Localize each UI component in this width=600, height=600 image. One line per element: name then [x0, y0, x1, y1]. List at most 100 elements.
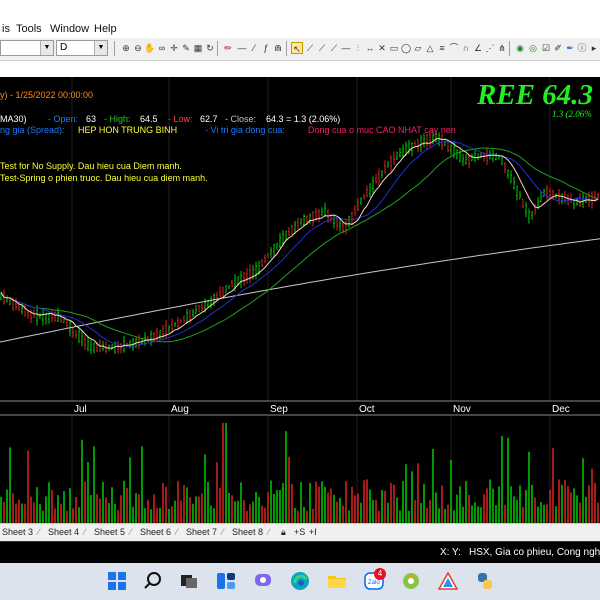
tab-sheet-6[interactable]: Sheet 6: [140, 527, 171, 537]
blue-pen-icon[interactable]: ✒: [564, 42, 576, 54]
status-bar: X: Y: HSX, Gia co phieu, Cong nghie: [0, 541, 600, 564]
symbol-combo[interactable]: ▼: [0, 40, 54, 56]
widgets-icon[interactable]: [216, 571, 236, 591]
app-icon[interactable]: [401, 571, 421, 591]
lock-icon[interactable]: 🔒︎: [281, 527, 286, 538]
top-margin: [0, 0, 600, 20]
arc-icon[interactable]: ⌒: [448, 42, 460, 54]
zoom-in-icon[interactable]: ⊕: [120, 42, 132, 54]
position-label: - Vi tri gia dong cua:: [205, 125, 285, 135]
task-view-icon[interactable]: [179, 571, 199, 591]
chat-icon[interactable]: [253, 571, 273, 591]
zoom-out-icon[interactable]: ⊖: [132, 42, 144, 54]
file-explorer-icon[interactable]: [327, 571, 347, 591]
tab-sheet-7[interactable]: Sheet 7: [186, 527, 217, 537]
pointer-icon[interactable]: ↖: [291, 42, 303, 54]
tab-separator: ⁄: [84, 527, 86, 537]
close-value: 64.3 = 1.3 (2.06%): [266, 114, 341, 124]
triangle-icon[interactable]: △: [424, 42, 436, 54]
open-label: - Open:: [48, 114, 79, 124]
brush-icon[interactable]: ƒ: [260, 42, 272, 54]
menu-help[interactable]: Help: [94, 23, 117, 35]
info-icon[interactable]: ⓘ: [576, 42, 588, 54]
rectangle-icon[interactable]: ▭: [388, 42, 400, 54]
horizontal-line-icon[interactable]: ―: [340, 42, 352, 54]
trendline-icon[interactable]: ⟋: [304, 42, 316, 54]
position-value: Dong cua o muc CAO NHAT cay nen: [308, 125, 456, 135]
extended-line-icon[interactable]: ⟋: [328, 42, 340, 54]
grid-icon[interactable]: ▦: [192, 42, 204, 54]
ma-long-line: [0, 238, 600, 343]
ellipse-icon[interactable]: ◯: [400, 42, 412, 54]
menu-analysis[interactable]: is: [2, 23, 10, 35]
vertical-gridlines: [71, 77, 551, 523]
menu-tools[interactable]: Tools: [16, 23, 42, 35]
hand-icon[interactable]: ✋: [144, 42, 156, 54]
fan-icon[interactable]: ⋰: [484, 42, 496, 54]
refresh-icon[interactable]: ↻: [204, 42, 216, 54]
menu-window[interactable]: Window: [50, 23, 89, 35]
toolbar: ▼ D ▼ ⊕ ⊖ ✋ ∞ ✛ ✎ ▦ ↻ ✏ ― ⁄ ƒ ⋒ ↖ ⟋ ⟋ ⟋ ―…: [0, 38, 600, 61]
chart-svg[interactable]: Jul Aug Sep Oct Nov Dec: [0, 77, 600, 523]
add-sheet-button[interactable]: +S: [294, 527, 305, 537]
pitchfork-icon[interactable]: ⋔: [496, 42, 508, 54]
notification-badge: 4: [374, 568, 386, 580]
toolbar-separator: [114, 41, 115, 56]
vertical-line-icon[interactable]: ⫶: [352, 42, 364, 54]
svg-text:Zalo: Zalo: [368, 580, 380, 586]
month-label: Aug: [171, 404, 189, 415]
month-label: Sep: [270, 404, 288, 415]
binoculars-icon[interactable]: ∞: [156, 42, 168, 54]
tab-sheet-3[interactable]: Sheet 3: [2, 527, 33, 537]
tab-sheet-4[interactable]: Sheet 4: [48, 527, 79, 537]
play-icon[interactable]: ◎: [527, 42, 539, 54]
high-label: - High:: [104, 114, 131, 124]
tab-separator: ⁄: [268, 527, 270, 537]
period-combo[interactable]: D ▼: [56, 40, 108, 56]
indicator-label: MA30): [0, 114, 27, 124]
crosshair-icon[interactable]: ✛: [168, 42, 180, 54]
ray-icon[interactable]: ⟋: [316, 42, 328, 54]
channel-icon[interactable]: ▱: [412, 42, 424, 54]
ticker-label: REE 64.3: [477, 79, 594, 111]
search-icon[interactable]: [143, 571, 163, 591]
globe-icon[interactable]: ◉: [514, 42, 526, 54]
month-label: Oct: [359, 404, 375, 415]
toolbar-separator: [509, 41, 510, 56]
spread-value: HEP HON TRUNG BINH: [78, 125, 178, 135]
color-pen-icon[interactable]: ✏: [222, 42, 234, 54]
signal-1: Test for No Supply. Dau hieu cua Diem ma…: [0, 161, 182, 171]
python-icon[interactable]: [475, 571, 495, 591]
tab-sheet-5[interactable]: Sheet 5: [94, 527, 125, 537]
pen-icon[interactable]: ⁄: [248, 42, 260, 54]
edit-formula-icon[interactable]: ✐: [552, 42, 564, 54]
ticker-change: 1.3 (2.06%: [552, 109, 592, 119]
month-label: Dec: [552, 404, 570, 415]
edge-icon[interactable]: [290, 571, 310, 591]
arrow-icon[interactable]: ↔: [364, 42, 376, 54]
low-label: - Low:: [168, 114, 193, 124]
tab-sheet-8[interactable]: Sheet 8: [232, 527, 263, 537]
amibroker-icon[interactable]: [438, 571, 458, 591]
tab-separator: ⁄: [222, 527, 224, 537]
insert-sheet-button[interactable]: +I: [309, 527, 317, 537]
tab-separator: ⁄: [176, 527, 178, 537]
high-value: 64.5: [140, 114, 158, 124]
cross-line-icon[interactable]: ✕: [376, 42, 388, 54]
line-style-icon[interactable]: ―: [236, 42, 248, 54]
toolbar-separator: [217, 41, 218, 56]
chevron-down-icon[interactable]: ▼: [40, 41, 53, 55]
status-coords: X: Y:: [440, 547, 461, 558]
draw-icon[interactable]: ✎: [180, 42, 192, 54]
fibonacci-icon[interactable]: ≡: [436, 42, 448, 54]
sheet-tabs: Sheet 3 ⁄ Sheet 4 ⁄ Sheet 5 ⁄ Sheet 6 ⁄ …: [0, 523, 600, 542]
magnet-icon[interactable]: ⋒: [272, 42, 284, 54]
cycle-icon[interactable]: ∩: [460, 42, 472, 54]
gann-icon[interactable]: ∠: [472, 42, 484, 54]
more-icon[interactable]: ▸: [588, 42, 600, 54]
menu-bar: is Tools Window Help: [0, 20, 600, 38]
price-chart[interactable]: Jul Aug Sep Oct Nov Dec y) - 1/25/2022 0…: [0, 77, 600, 523]
chevron-down-icon[interactable]: ▼: [94, 41, 107, 55]
checklist-icon[interactable]: ☑: [540, 42, 552, 54]
windows-start-icon[interactable]: [107, 571, 127, 591]
